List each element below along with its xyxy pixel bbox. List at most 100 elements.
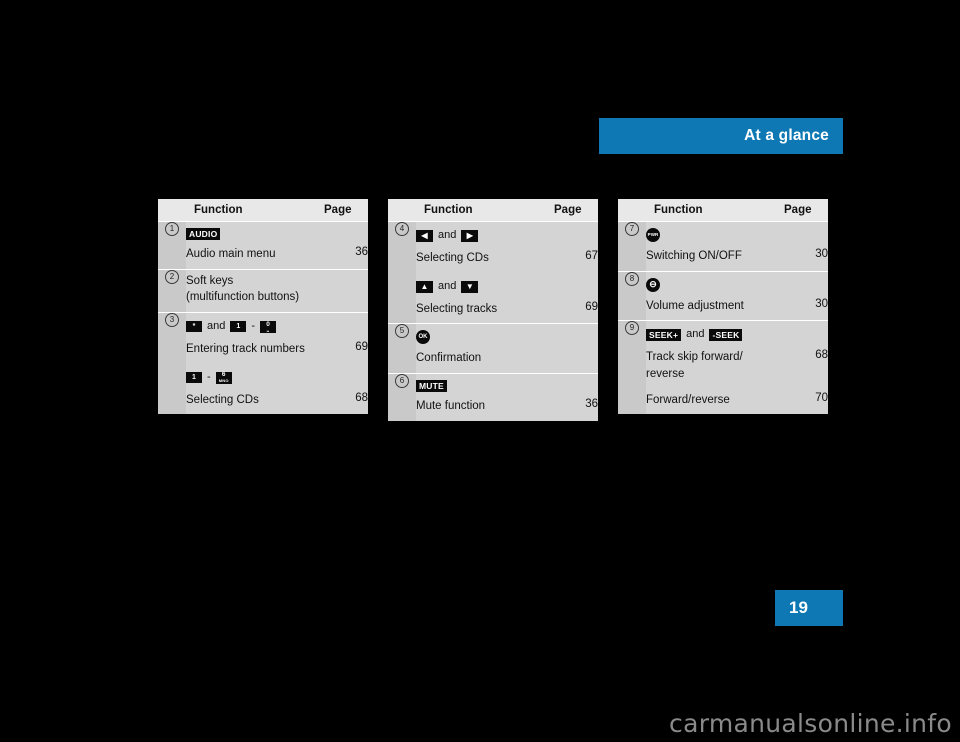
site-watermark: carmanualsonline.info <box>0 705 960 742</box>
row-reference-spacer <box>158 243 186 270</box>
arrow-down-icon: ▼ <box>461 280 479 293</box>
key-glyph-audio-icon: AUDIO <box>186 228 221 240</box>
section-header-banner: At a glance <box>599 118 843 154</box>
row-page-number: 36 <box>318 243 368 270</box>
row-glyphs-cell: MUTE <box>416 372 548 395</box>
key-glyph-group: SEEK+ and -SEEK <box>646 327 778 343</box>
arrow-right-icon: ▶ <box>461 229 479 242</box>
key-glyph-group: * and 1-0 ␣ <box>186 319 318 335</box>
range-dash: - <box>251 320 256 333</box>
header-page-column: Page <box>548 199 598 222</box>
key-glyph-group: MUTE <box>416 379 548 392</box>
table-subrow-description: Selecting CDs 68 <box>158 388 368 415</box>
subrow-reference-spacer <box>388 272 416 298</box>
header-function-column: Function <box>416 199 548 222</box>
subrow-page-number: 70 <box>778 388 828 415</box>
row-function-label: Track skip forward/reverse <box>646 346 778 389</box>
circled-number-9: 9 <box>625 321 639 336</box>
table-1: Function Page 1 AUDIO Audio main menu 36 2 Soft… <box>158 199 368 415</box>
subrow-page-number: 69 <box>548 297 598 324</box>
row-reference-number: 9 <box>618 320 646 347</box>
conjunction-and: and <box>438 279 457 292</box>
row-reference-number: 4 <box>388 220 416 247</box>
row-reference-number: 5 <box>388 323 416 348</box>
row-reference-number: 1 <box>158 221 186 243</box>
table-header-row: Function Page <box>388 199 598 222</box>
circled-number-4: 4 <box>395 222 409 236</box>
row-glyphs-cell: AUDIO <box>186 221 318 243</box>
table-row-description: Entering track numbers 69 <box>158 337 368 364</box>
row-reference-number: 8 <box>618 270 646 295</box>
header-function-column: Function <box>646 199 778 222</box>
row-glyphs-cell: PWR <box>646 221 778 245</box>
row-function-label: Confirmation <box>416 347 548 374</box>
subrow-function-label: Selecting tracks <box>416 297 548 324</box>
row-function-label: Audio main menu <box>186 243 318 270</box>
table-row: 3 * and 1-0 ␣ <box>158 312 368 338</box>
key-glyph-0-icon: 0 ␣ <box>260 320 277 333</box>
row-reference-spacer <box>388 347 416 374</box>
table-row-description: Switching ON/OFF 30 <box>618 245 828 272</box>
table-row: 5 OK <box>388 323 598 348</box>
header-ref-column <box>388 199 416 222</box>
row-reference-spacer <box>158 337 186 364</box>
page-title: At a glance <box>744 127 829 144</box>
ok-button-icon: OK <box>416 330 430 345</box>
row-page-number: 36 <box>548 394 598 421</box>
conjunction-and: and <box>438 229 457 241</box>
row-page-blank <box>778 221 828 245</box>
row-reference-number: 2 <box>158 268 186 313</box>
row-function-label: Selecting CDs <box>416 246 548 273</box>
subrow-reference-spacer <box>158 388 186 415</box>
table-3: Function Page 7 PWR Switching ON/OFF 30 8 ⊖ Volu… <box>618 199 828 415</box>
row-page-blank <box>548 220 598 247</box>
row-reference-spacer <box>618 294 646 321</box>
row-page-number <box>548 347 598 374</box>
key-glyph-group: PWR <box>646 228 778 242</box>
row-page-blank <box>548 372 598 395</box>
table-2: Function Page 4 ◀ and ▶ Selecting CDs 67 ▲ and ▼ Se… <box>388 199 598 421</box>
arrow-left-icon: ◀ <box>416 229 433 242</box>
table-row: 6 MUTE <box>388 372 598 395</box>
subrow-page-blank <box>548 272 598 298</box>
row-page-number: 67 <box>548 246 598 273</box>
row-function-label: Mute function <box>416 394 548 421</box>
subrow-function-label: Forward/reverse <box>646 388 778 415</box>
circled-number-1: 1 <box>165 222 179 236</box>
row-function-label: Volume adjustment <box>646 294 778 321</box>
key-glyph-group: ⊖ <box>646 277 778 292</box>
key-glyph-group: ◀ and ▶ <box>416 228 548 244</box>
table-subrow: ▲ and ▼ <box>388 272 598 298</box>
conjunction-and: and <box>207 320 226 333</box>
subrow-page-number: 68 <box>318 388 368 415</box>
row-reference-number: 6 <box>388 372 416 395</box>
row-function-label: Soft keys (multifunction buttons) <box>186 268 318 313</box>
table-header-row: Function Page <box>158 199 368 222</box>
key-glyph-1-icon: 1 <box>186 372 202 384</box>
range-dash: - <box>207 370 211 383</box>
row-page-blank <box>548 323 598 348</box>
conjunction-and: and <box>686 328 705 341</box>
table-row: 8 ⊖ <box>618 270 828 295</box>
key-glyph-1-icon: 1 <box>230 321 247 333</box>
row-page-number: 68 <box>778 346 828 389</box>
arrow-up-icon: ▲ <box>416 280 433 293</box>
row-page-number <box>318 268 368 313</box>
table-row-description: Volume adjustment 30 <box>618 294 828 321</box>
page-number-tab: 19 <box>775 590 843 626</box>
subrow-reference-spacer <box>388 297 416 324</box>
row-glyphs-cell: ◀ and ▶ <box>416 220 548 247</box>
circled-number-7: 7 <box>625 222 639 236</box>
table-header-row: Function Page <box>618 199 828 222</box>
page-number: 19 <box>789 598 808 617</box>
header-page-column: Page <box>778 199 828 222</box>
table-subrow: 1-6 MNO <box>158 363 368 389</box>
key-glyph-group: OK <box>416 330 548 345</box>
circled-number-2: 2 <box>165 269 179 284</box>
table-row: 1 AUDIO <box>158 221 368 243</box>
row-reference-spacer <box>388 394 416 421</box>
table-row-description: Audio main menu 36 <box>158 243 368 270</box>
key-glyph-group: ▲ and ▼ <box>416 279 548 295</box>
reference-tables-container: Function Page 1 AUDIO Audio main menu 36 2 Soft… <box>158 199 828 421</box>
table-row-description: Confirmation <box>388 347 598 374</box>
